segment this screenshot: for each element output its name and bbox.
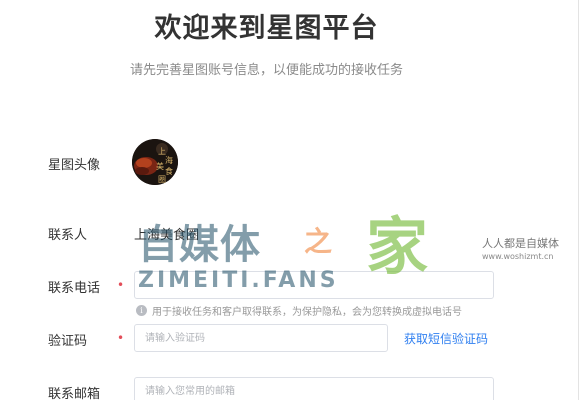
svg-text:海: 海 (165, 155, 173, 165)
avatar[interactable]: 上 海 美 食 圈 (132, 139, 178, 185)
svg-text:食: 食 (165, 166, 173, 176)
watermark-slogan: 人人都是自媒体 (482, 237, 559, 250)
info-icon: i (136, 305, 147, 316)
page-subtitle: 请先完善星图账号信息，以便能成功的接收任务 (129, 63, 403, 78)
phone-hint: i 用于接收任务和客户取得联系，为保护隐私，会为您转换成虚拟电话号 (136, 303, 462, 318)
get-sms-code-link[interactable]: 获取短信验证码 (404, 330, 488, 347)
avatar-image: 上 海 美 食 圈 (132, 139, 178, 185)
avatar-label: 星图头像 (48, 158, 101, 173)
panel-right-border (578, 0, 579, 400)
verification-code-input[interactable] (134, 324, 388, 352)
watermark-logo-zhi: 之 (304, 225, 333, 258)
watermark-logo-text: 自媒体 (138, 222, 261, 268)
verification-code-label: 验证码 (48, 334, 88, 349)
email-label: 联系邮箱 (48, 387, 101, 400)
phone-label: 联系电话 (48, 281, 101, 296)
phone-hint-text: 用于接收任务和客户取得联系，为保护隐私，会为您转换成虚拟电话号 (152, 307, 462, 318)
watermark-logo-jia: 家 (366, 210, 429, 283)
code-required-mark: • (117, 331, 125, 345)
svg-text:上: 上 (158, 147, 166, 156)
watermark-url: www.woshizmt.cn (482, 252, 554, 261)
page-title: 欢迎来到星图平台 (154, 13, 379, 44)
phone-required-mark: • (117, 278, 125, 292)
svg-text:圈: 圈 (158, 175, 166, 184)
watermark-fans-text: ZIMEITI.FANS (138, 268, 339, 293)
contact-person-label: 联系人 (48, 228, 88, 243)
svg-text:美: 美 (156, 161, 164, 171)
onboarding-page: 欢迎来到星图平台 请先完善星图账号信息，以便能成功的接收任务 星图头像 上 海 … (0, 0, 585, 400)
email-input[interactable] (134, 377, 494, 400)
